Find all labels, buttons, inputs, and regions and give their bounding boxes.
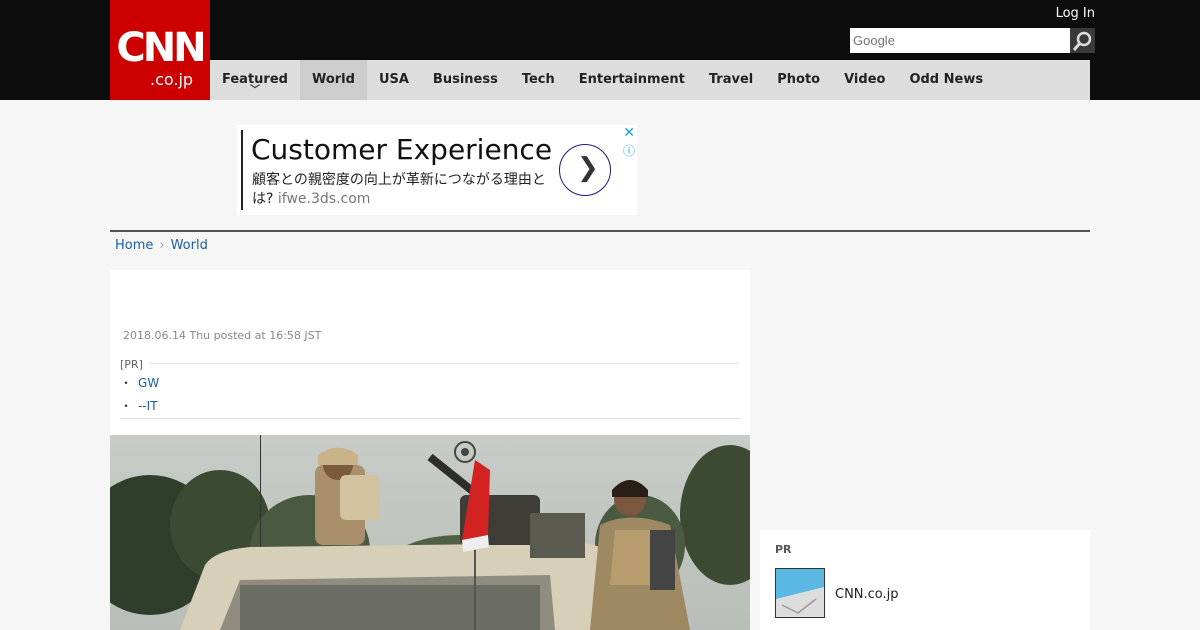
ad-headline: Customer Experience [251, 133, 553, 166]
search-icon [1073, 31, 1092, 51]
article-date: 2018.06.14 Thu posted at 16:58 JST [123, 329, 322, 342]
breadcrumb-world[interactable]: World [171, 238, 208, 253]
bullet: ・ [120, 399, 133, 413]
breadcrumb-home[interactable]: Home [115, 238, 153, 253]
nav-item-tech[interactable]: Tech [510, 60, 567, 100]
search-input[interactable] [850, 28, 1070, 53]
divider [120, 418, 740, 419]
breadcrumb: Home › World [115, 238, 208, 253]
sidebar-pr-card: PR CNN.co.jp [760, 530, 1090, 630]
ad-banner[interactable]: Customer Experience 顧客との親密度の向上が革新につながる理由… [237, 125, 637, 215]
logo-subtext: .co.jp [150, 70, 194, 89]
logo-text: CNN [116, 25, 206, 71]
article-photo[interactable] [110, 435, 750, 630]
ad-accent-bar [241, 130, 243, 210]
info-icon[interactable]: ⓘ [623, 142, 635, 159]
ad-arrow-button[interactable]: ❯ [559, 144, 611, 196]
soldiers-photo [110, 435, 750, 630]
divider [110, 230, 1090, 232]
nav-item-usa[interactable]: USA [367, 60, 421, 100]
bullet: ・ [120, 376, 133, 390]
ad-text: 顧客との親密度の向上が革新につながる理由とは? ifwe.3ds.com [252, 171, 552, 209]
search-button[interactable] [1070, 28, 1095, 53]
cnn-logo[interactable]: CNN .co.jp [110, 0, 210, 100]
nav-item-business[interactable]: Business [421, 60, 510, 100]
sidebar-item-name[interactable]: CNN.co.jp [835, 587, 899, 602]
pr-link-text: --IT [138, 399, 158, 413]
nav-item-featured[interactable]: Featured ﹀ [210, 60, 300, 100]
nav-item-world[interactable]: World [299, 60, 367, 100]
pr-link-it[interactable]: ・ --IT [120, 397, 158, 414]
ad-domain: ifwe.3ds.com [277, 191, 371, 207]
close-icon[interactable]: ✕ [623, 125, 635, 141]
nav-item-travel[interactable]: Travel [697, 60, 765, 100]
cnn-thumbnail[interactable] [775, 568, 825, 618]
pr-label: [PR] [120, 358, 143, 371]
pr-link-gw[interactable]: ・ GW [120, 374, 159, 391]
nav-item-video[interactable]: Video [832, 60, 897, 100]
nav-item-entertainment[interactable]: Entertainment [567, 60, 697, 100]
chevron-down-icon: ﹀ [249, 85, 260, 96]
mail-icon [776, 569, 824, 617]
login-link[interactable]: Log In [1056, 6, 1095, 21]
main-nav: Featured ﹀ World USA Business Tech Enter… [210, 60, 1090, 100]
nav-item-photo[interactable]: Photo [765, 60, 832, 100]
pr-link-text: GW [138, 376, 160, 390]
chevron-right-icon: › [159, 238, 165, 253]
divider [149, 363, 739, 364]
chevron-right-icon: ❯ [577, 153, 599, 183]
nav-item-odd-news[interactable]: Odd News [897, 60, 995, 100]
sidebar-pr-label: PR [775, 543, 792, 556]
